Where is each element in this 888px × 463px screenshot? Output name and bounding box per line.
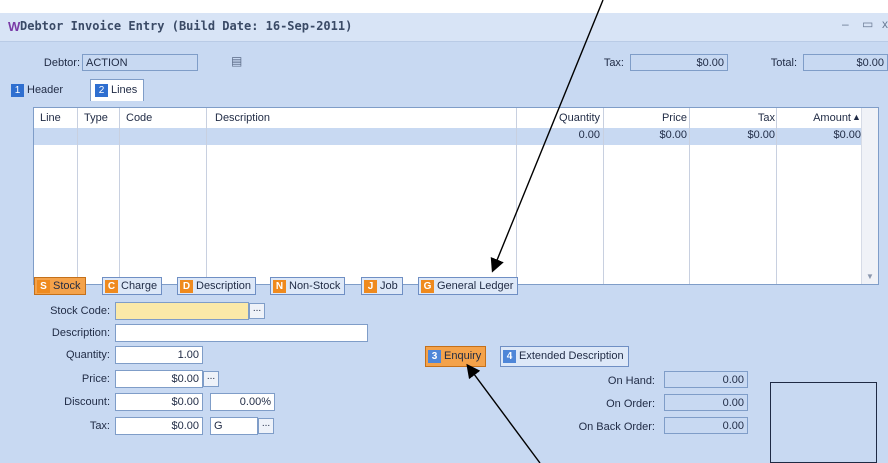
annotation-arrows [466, 0, 604, 463]
arrow-to-general-ledger [490, 0, 604, 273]
arrow-to-enquiry [466, 363, 541, 463]
